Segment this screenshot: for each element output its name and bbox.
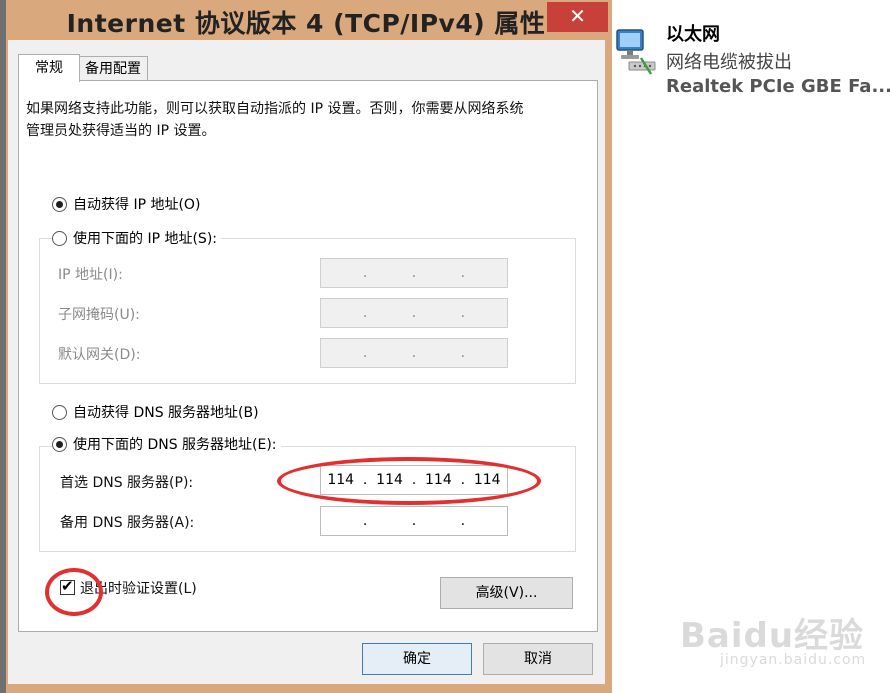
network-status: 网络电缆被拔出 (666, 52, 792, 73)
alternate-dns-label: 备用 DNS 服务器(A): (60, 515, 195, 531)
auto-dns-option[interactable]: 自动获得 DNS 服务器地址(B) (52, 402, 263, 422)
advanced-button[interactable]: 高级(V)... (440, 577, 573, 609)
watermark-logo-text: Baidu经验 (680, 616, 865, 656)
preferred-dns-label: 首选 DNS 服务器(P): (60, 475, 194, 491)
octet-separator: . (362, 305, 368, 321)
network-computer-icon (616, 29, 656, 75)
auto-dns-label: 自动获得 DNS 服务器地址(B) (73, 405, 259, 421)
octet-separator: . (460, 265, 466, 281)
watermark-url: jingyan.baidu.com (720, 652, 867, 668)
manual-dns-label: 使用下面的 DNS 服务器地址(E): (73, 437, 277, 453)
octet-separator: . (411, 345, 417, 361)
auto-ip-radio[interactable] (52, 196, 67, 212)
ok-button[interactable]: 确定 (362, 643, 472, 675)
auto-dns-radio[interactable] (52, 404, 67, 420)
manual-dns-option[interactable]: 使用下面的 DNS 服务器地址(E): (52, 434, 281, 454)
auto-ip-option[interactable]: 自动获得 IP 地址(O) (52, 194, 205, 214)
annotation-ellipse-checkbox (45, 568, 103, 616)
default-gateway-label: 默认网关(D): (58, 347, 141, 363)
baidu-watermark: Baidu经验 jingyan.baidu.com (680, 600, 880, 680)
subnet-mask-label: 子网掩码(U): (58, 307, 140, 323)
octet-separator: . (362, 513, 368, 529)
octet-separator: . (460, 305, 466, 321)
octet-separator: . (411, 305, 417, 321)
cancel-button[interactable]: 取消 (483, 643, 593, 675)
tab-general[interactable]: 常规 (18, 54, 80, 82)
description-text: 如果网络支持此功能，则可以获取自动指派的 IP 设置。否则，你需要从网络系统管理… (26, 101, 524, 139)
manual-dns-radio[interactable] (52, 436, 67, 452)
octet-separator: . (460, 513, 466, 529)
network-adapter: Realtek PCIe GBE Fa... (666, 76, 890, 97)
octet-separator: . (411, 513, 417, 529)
octet-separator: . (362, 345, 368, 361)
auto-ip-label: 自动获得 IP 地址(O) (73, 197, 201, 213)
octet-separator: . (460, 345, 466, 361)
left-edge-strip (0, 0, 6, 693)
ip-address-input[interactable]: . . . (320, 258, 508, 288)
octet-separator: . (362, 265, 368, 281)
dialog-title: Internet 协议版本 4 (TCP/IPv4) 属性 (66, 9, 546, 38)
octet-separator: . (411, 265, 417, 281)
manual-ip-label: 使用下面的 IP 地址(S): (73, 231, 217, 247)
annotation-ellipse-dns (277, 457, 541, 505)
network-name: 以太网 (666, 24, 720, 45)
manual-ip-radio[interactable] (52, 230, 67, 246)
manual-ip-option[interactable]: 使用下面的 IP 地址(S): (52, 228, 221, 248)
alternate-dns-input[interactable]: . . . (320, 506, 508, 536)
subnet-mask-input[interactable]: . . . (320, 298, 508, 328)
ip-address-label: IP 地址(I): (58, 267, 123, 283)
default-gateway-input[interactable]: . . . (320, 338, 508, 368)
close-button[interactable]: ✕ (547, 2, 608, 32)
tab-alternate-config[interactable]: 备用配置 (78, 56, 148, 82)
